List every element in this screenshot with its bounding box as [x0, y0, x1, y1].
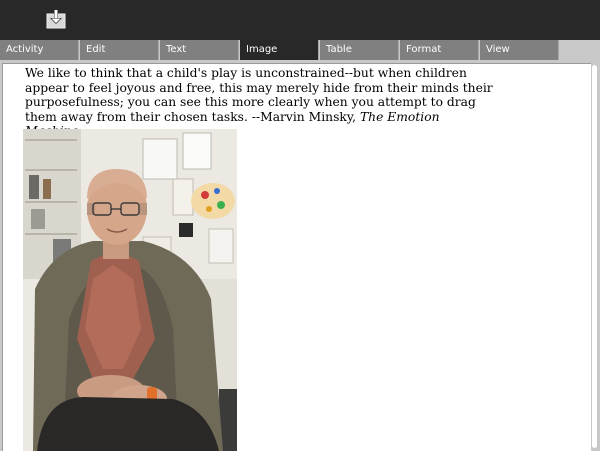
download-icon: [46, 10, 66, 29]
vertical-scrollbar[interactable]: [591, 63, 598, 450]
portrait-photo-graphic: [23, 129, 237, 451]
top-toolbar: [0, 0, 600, 40]
quote-paragraph[interactable]: We like to think that a child's play is …: [25, 66, 495, 139]
tab-bar: Activity Edit Text Image Table Format Vi…: [0, 40, 600, 60]
tab-image[interactable]: Image: [240, 40, 319, 60]
tab-text[interactable]: Text: [160, 40, 239, 60]
tab-format[interactable]: Format: [400, 40, 479, 60]
tab-edit[interactable]: Edit: [80, 40, 159, 60]
tab-view[interactable]: View: [480, 40, 559, 60]
keep-button[interactable]: [45, 8, 67, 30]
document-canvas[interactable]: We like to think that a child's play is …: [2, 63, 591, 451]
portrait-photo[interactable]: [23, 129, 237, 451]
document-frame: We like to think that a child's play is …: [0, 60, 600, 451]
tab-activity[interactable]: Activity: [0, 40, 79, 60]
scroll-thumb[interactable]: [592, 65, 597, 448]
tab-table[interactable]: Table: [320, 40, 399, 60]
